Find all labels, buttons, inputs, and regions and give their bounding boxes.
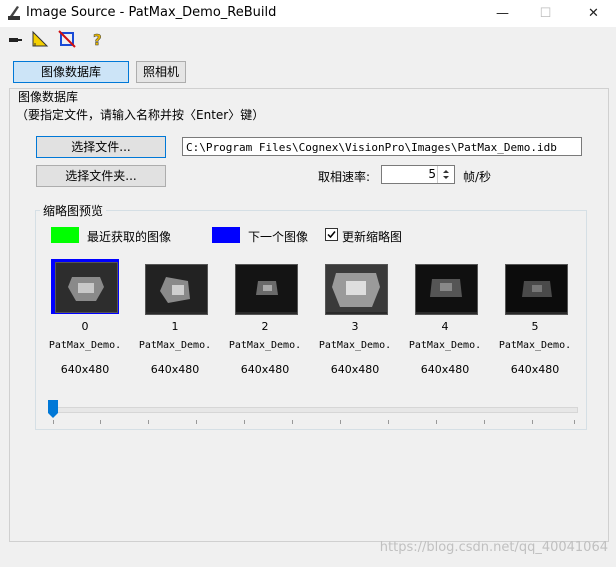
ruler-icon[interactable]: [31, 30, 49, 48]
thumbnail-5-size: 640x480: [510, 363, 560, 376]
thumbnail-image: [506, 265, 567, 312]
select-folder-button[interactable]: 选择文件夹...: [36, 165, 166, 187]
slider-tick: [53, 420, 54, 424]
slider-tick: [340, 420, 341, 424]
panel-hint: （要指定文件，请输入名称并按〈Enter〉键）: [16, 108, 265, 122]
recent-color-swatch: [51, 227, 79, 243]
thumbnail-3-size: 640x480: [330, 363, 380, 376]
thumbnail-image: [236, 265, 297, 312]
thumbnail-2-index: 2: [261, 320, 269, 333]
update-thumbnails-label: 更新缩略图: [342, 230, 403, 244]
slider-tick: [244, 420, 245, 424]
slider-tick: [196, 420, 197, 424]
slider-tick: [532, 420, 533, 424]
thumbnail-2-size: 640x480: [240, 363, 290, 376]
thumbnail-3-index: 3: [351, 320, 359, 333]
thumbnail-0[interactable]: [55, 262, 118, 313]
thumbnail-3-name: PatMax_Demo.: [318, 340, 392, 351]
thumbnail-3[interactable]: [325, 264, 388, 315]
next-color-swatch: [212, 227, 240, 243]
preview-group-label: 缩略图预览: [40, 202, 107, 219]
thumbnail-image: [56, 263, 117, 312]
legend-recent-label: 最近获取的图像: [87, 230, 172, 244]
thumbnail-5[interactable]: [505, 264, 568, 315]
thumbnail-0-index: 0: [81, 320, 89, 333]
thumbnail-0-size: 640x480: [60, 363, 110, 376]
thumbnail-4-name: PatMax_Demo.: [408, 340, 482, 351]
update-thumbnails-checkbox[interactable]: [325, 228, 338, 241]
check-icon: [327, 231, 336, 239]
maximize-button[interactable]: ☐: [523, 0, 568, 27]
close-button[interactable]: ✕: [571, 0, 616, 27]
rate-value: 5: [428, 167, 436, 181]
rate-label: 取相速率:: [318, 170, 371, 184]
thumbnail-image: [416, 265, 477, 312]
thumbnail-1-size: 640x480: [150, 363, 200, 376]
app-icon: [8, 6, 20, 20]
thumbnail-2-name: PatMax_Demo.: [228, 340, 302, 351]
thumbnail-1-index: 1: [171, 320, 179, 333]
minimize-button[interactable]: —: [480, 0, 525, 27]
crop-icon[interactable]: [58, 30, 76, 48]
tab-camera[interactable]: 照相机: [136, 61, 186, 83]
help-icon[interactable]: ?: [89, 30, 107, 48]
legend-next-label: 下一个图像: [248, 230, 309, 244]
plug-icon[interactable]: [7, 30, 25, 48]
thumbnail-image: [146, 265, 207, 312]
thumbnail-4-index: 4: [441, 320, 449, 333]
panel-heading: 图像数据库: [18, 90, 79, 104]
slider-tick: [574, 420, 575, 424]
thumbnail-slider-thumb[interactable]: [48, 400, 58, 418]
svg-text:?: ?: [93, 31, 102, 48]
watermark: https://blog.csdn.net/qq_40041064: [379, 540, 608, 555]
select-file-button[interactable]: 选择文件...: [36, 136, 166, 158]
thumbnail-1[interactable]: [145, 264, 208, 315]
tab-image-database[interactable]: 图像数据库: [13, 61, 129, 83]
file-path-field[interactable]: C:\Program Files\Cognex\VisionPro\Images…: [182, 137, 582, 156]
slider-tick: [484, 420, 485, 424]
thumbnail-1-name: PatMax_Demo.: [138, 340, 212, 351]
thumbnail-0-name: PatMax_Demo.: [48, 340, 122, 351]
thumbnail-slider-track[interactable]: [50, 407, 578, 413]
rate-spinner[interactable]: 5: [381, 165, 455, 184]
slider-tick: [388, 420, 389, 424]
slider-tick: [148, 420, 149, 424]
spinner-arrows-icon[interactable]: [437, 166, 454, 183]
rate-unit: 帧/秒: [463, 170, 492, 184]
window-title: Image Source - PatMax_Demo_ReBuild: [26, 5, 277, 20]
thumbnail-4-size: 640x480: [420, 363, 470, 376]
thumbnail-2[interactable]: [235, 264, 298, 315]
thumbnail-image: [326, 265, 387, 312]
thumbnail-5-index: 5: [531, 320, 539, 333]
slider-tick: [436, 420, 437, 424]
slider-tick: [100, 420, 101, 424]
slider-tick: [292, 420, 293, 424]
thumbnail-4[interactable]: [415, 264, 478, 315]
thumbnail-5-name: PatMax_Demo.: [498, 340, 572, 351]
